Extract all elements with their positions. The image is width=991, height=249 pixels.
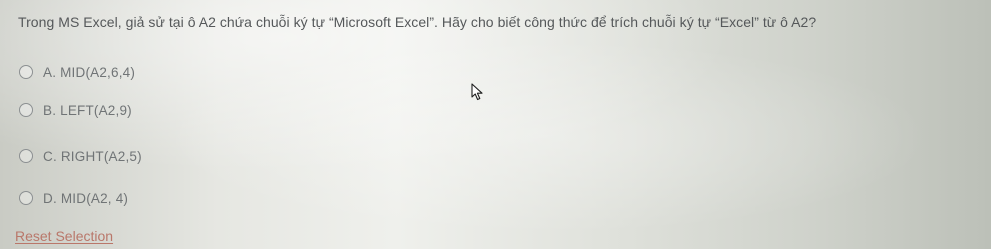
radio-icon[interactable] bbox=[19, 191, 33, 205]
option-d[interactable]: D. MID(A2, 4) bbox=[19, 188, 128, 208]
radio-icon[interactable] bbox=[19, 103, 33, 117]
option-b-label: B. LEFT(A2,9) bbox=[43, 102, 132, 118]
option-d-label: D. MID(A2, 4) bbox=[43, 190, 129, 206]
option-a-label: A. MID(A2,6,4) bbox=[43, 64, 136, 80]
option-b[interactable]: B. LEFT(A2,9) bbox=[19, 100, 132, 120]
option-a[interactable]: A. MID(A2,6,4) bbox=[19, 62, 135, 82]
option-c[interactable]: C. RIGHT(A2,5) bbox=[19, 146, 142, 166]
radio-icon[interactable] bbox=[19, 149, 33, 163]
reset-selection-link[interactable]: Reset Selection bbox=[15, 228, 113, 244]
question-text: Trong MS Excel, giả sử tại ô A2 chứa chu… bbox=[18, 14, 817, 30]
mouse-pointer-icon bbox=[471, 83, 483, 101]
option-c-label: C. RIGHT(A2,5) bbox=[43, 148, 142, 164]
radio-icon[interactable] bbox=[19, 65, 33, 79]
